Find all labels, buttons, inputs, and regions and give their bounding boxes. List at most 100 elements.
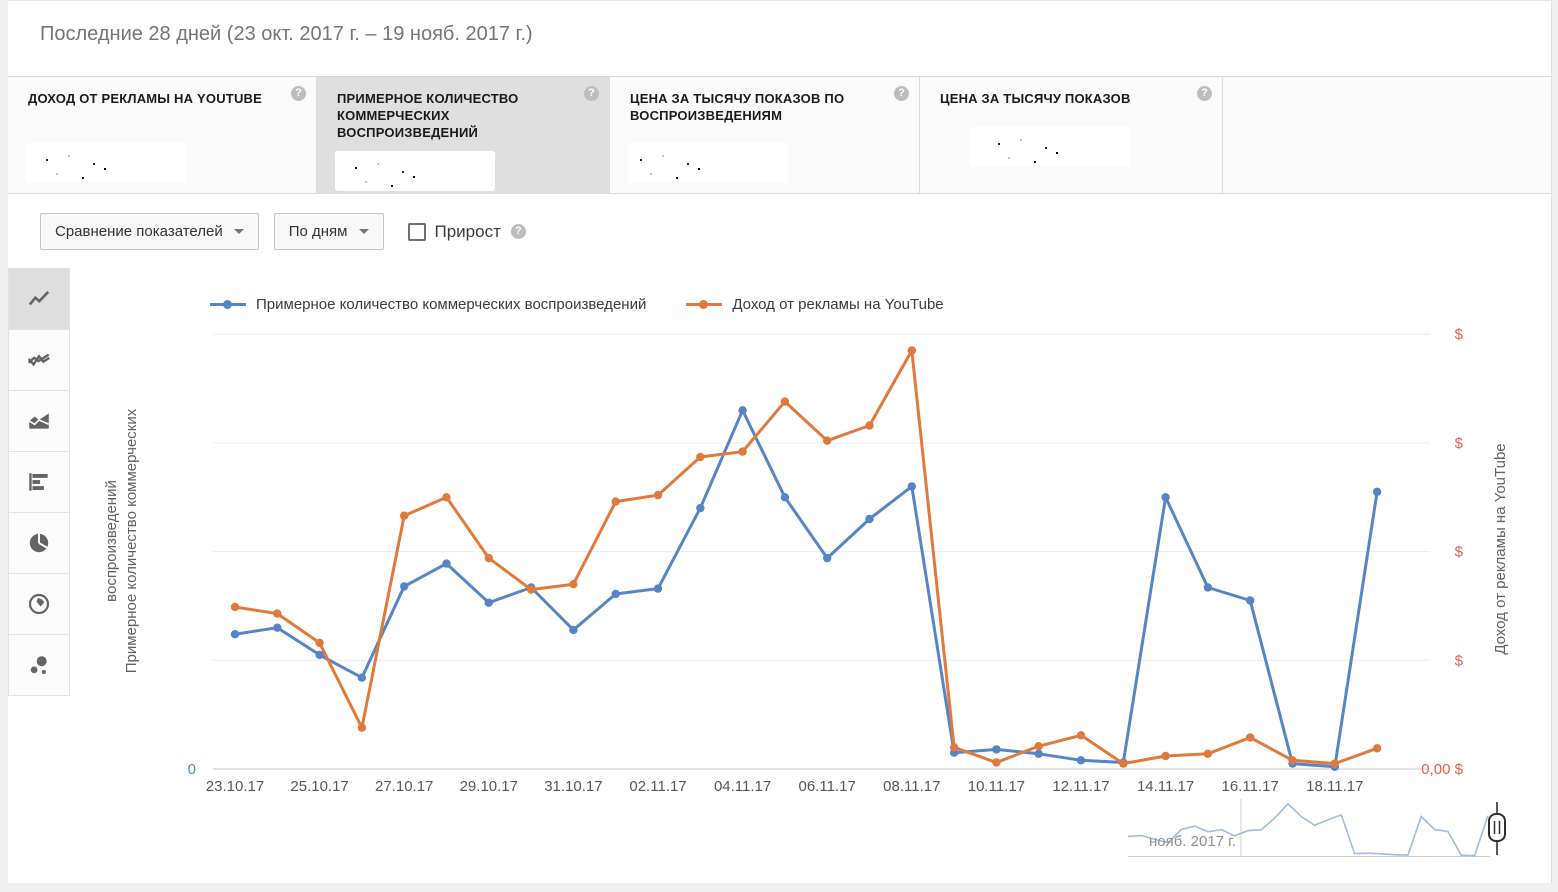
data-point[interactable]: [611, 497, 620, 506]
data-point[interactable]: [569, 625, 578, 635]
metric-card-monetized-playbacks[interactable]: ПРИМЕРНОЕ КОЛИЧЕСТВО КОММЕРЧЕСКИХ ВОСПРО…: [317, 77, 610, 193]
data-point[interactable]: [907, 346, 916, 355]
redacted-value: [628, 143, 788, 183]
metric-card-label: ЦЕНА ЗА ТЫСЯЧУ ПОКАЗОВ: [940, 91, 1131, 106]
series-line-1: [234, 349, 1378, 766]
metric-card-ad-revenue[interactable]: ДОХОД ОТ РЕКЛАМЫ НА YOUTUBE ?: [8, 77, 317, 193]
data-point[interactable]: [484, 598, 493, 607]
data-point[interactable]: [1034, 742, 1043, 751]
chart-type-bubble-button[interactable]: [8, 634, 70, 696]
x-tick-label: 10.11.17: [968, 778, 1025, 795]
data-point[interactable]: [442, 559, 451, 568]
chart-type-line-button[interactable]: [8, 268, 70, 330]
x-tick-label: 16.11.17: [1222, 778, 1279, 795]
help-icon[interactable]: ?: [1197, 86, 1212, 101]
data-point[interactable]: [780, 397, 790, 406]
data-point[interactable]: [949, 743, 959, 752]
y-right-tick-label: 0,00 $: [1421, 761, 1463, 778]
chart-area: Примерное количество коммерческих воспро…: [8, 268, 1551, 883]
data-point[interactable]: [1246, 733, 1255, 742]
data-point[interactable]: [400, 511, 409, 520]
data-point[interactable]: [780, 493, 790, 502]
data-point[interactable]: [1076, 731, 1086, 740]
chevron-down-icon: [233, 229, 244, 234]
data-point[interactable]: [400, 582, 409, 591]
line-chart-plot: $ $ $ $0,00 $ 0 23.10.17 25.10.17 27.10.17 29.10…: [188, 326, 1506, 857]
data-point[interactable]: [357, 723, 367, 732]
data-point[interactable]: [484, 553, 493, 563]
metric-card-cpm[interactable]: ЦЕНА ЗА ТЫСЯЧУ ПОКАЗОВ ?: [920, 77, 1223, 193]
data-point[interactable]: [992, 758, 1001, 767]
data-point[interactable]: [1203, 749, 1213, 758]
y-right-tick-label: $: [1455, 435, 1464, 452]
data-point[interactable]: [696, 452, 705, 462]
data-point[interactable]: [526, 585, 536, 594]
metric-card-playback-cpm[interactable]: ЦЕНА ЗА ТЫСЯЧУ ПОКАЗОВ ПО ВОСПРОИЗВЕДЕНИ…: [610, 77, 920, 193]
metric-cards-row: ДОХОД ОТ РЕКЛАМЫ НА YOUTUBE ? ПРИМЕРНОЕ …: [8, 77, 1551, 194]
chart-type-area-button[interactable]: [8, 390, 70, 452]
x-tick-label: 04.11.17: [714, 778, 771, 795]
chart-panel: Примерное количество коммерческих воспро…: [70, 269, 1551, 883]
data-point[interactable]: [273, 623, 282, 632]
period-label: По дням: [288, 223, 348, 240]
redaction-marks: [632, 155, 634, 157]
data-point[interactable]: [865, 514, 874, 524]
data-point[interactable]: [1076, 756, 1086, 765]
chart-type-bar-button[interactable]: [8, 451, 70, 513]
growth-control: Прирост ?: [407, 213, 526, 250]
redacted-value: [26, 143, 186, 183]
data-point[interactable]: [1119, 759, 1128, 768]
data-point[interactable]: [315, 638, 324, 648]
data-point[interactable]: [357, 673, 367, 682]
data-point[interactable]: [230, 602, 240, 612]
x-tick-label: 25.10.17: [290, 778, 348, 795]
data-point[interactable]: [865, 421, 874, 430]
x-tick-label: 08.11.17: [883, 778, 940, 795]
data-point[interactable]: [823, 436, 832, 445]
data-point[interactable]: [611, 589, 620, 599]
data-point[interactable]: [273, 609, 282, 618]
data-point[interactable]: [1034, 749, 1043, 758]
help-icon[interactable]: ?: [584, 86, 599, 101]
data-point[interactable]: [442, 493, 451, 502]
data-point[interactable]: [907, 482, 916, 491]
data-point[interactable]: [1288, 756, 1297, 765]
x-tick-label: 06.11.17: [799, 778, 856, 795]
redacted-value: [970, 127, 1130, 167]
y-right-tick-label: $: [1455, 544, 1464, 561]
data-point[interactable]: [653, 584, 663, 593]
compare-metrics-dropdown[interactable]: Сравнение показателей: [40, 213, 259, 250]
x-tick-label: 14.11.17: [1137, 778, 1194, 795]
data-point[interactable]: [1330, 759, 1340, 768]
bubble-chart-icon: [30, 656, 47, 675]
help-icon[interactable]: ?: [510, 224, 526, 239]
help-icon[interactable]: ?: [894, 86, 909, 101]
data-point[interactable]: [1161, 493, 1170, 502]
data-point[interactable]: [823, 553, 832, 563]
data-point[interactable]: [738, 406, 747, 415]
data-point[interactable]: [696, 503, 705, 513]
data-point[interactable]: [230, 630, 240, 639]
data-point[interactable]: [653, 490, 663, 500]
chart-type-multiline-button[interactable]: [8, 329, 70, 391]
data-point[interactable]: [738, 447, 747, 456]
redaction-marks: [990, 139, 992, 141]
y-left-tick-label: 0: [188, 761, 196, 778]
metric-card-label: ЦЕНА ЗА ТЫСЯЧУ ПОКАЗОВ ПО ВОСПРОИЗВЕДЕНИ…: [630, 91, 845, 123]
data-point[interactable]: [1246, 596, 1255, 605]
help-icon[interactable]: ?: [291, 86, 306, 101]
data-point[interactable]: [992, 745, 1001, 754]
growth-checkbox[interactable]: [407, 222, 426, 241]
analytics-page: Последние 28 дней (23 окт. 2017 г. – 19 …: [8, 0, 1552, 883]
data-point[interactable]: [569, 580, 578, 589]
minimap-slider-handle[interactable]: [1488, 802, 1506, 855]
data-point[interactable]: [1203, 583, 1213, 592]
pie-chart-icon: [29, 533, 49, 553]
data-point[interactable]: [1372, 487, 1382, 496]
chart-type-map-button[interactable]: [8, 573, 70, 635]
data-point[interactable]: [1161, 751, 1170, 761]
period-dropdown[interactable]: По дням: [273, 213, 384, 250]
data-point[interactable]: [1372, 744, 1382, 753]
chart-type-pie-button[interactable]: [8, 512, 70, 574]
chart-controls: Сравнение показателей По дням Прирост ?: [8, 194, 1551, 269]
